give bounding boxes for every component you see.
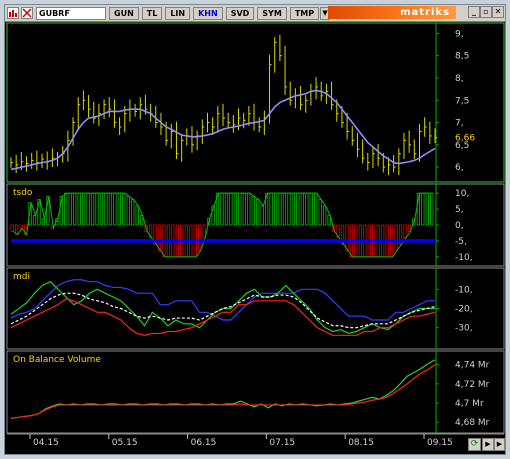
currency-tl-button[interactable]: TL <box>141 6 163 20</box>
tmp-button[interactable]: TMP <box>289 6 320 20</box>
price-tick-label: 7, <box>455 119 464 129</box>
svd-button[interactable]: SVD <box>225 6 255 20</box>
chart-toolbar: GUBRF GUN TL LIN KHN SVD SYM TMP ▼ matri… <box>5 5 505 22</box>
last-price-label: 6,66 <box>455 134 475 144</box>
x-tick-label: 05.15 <box>112 438 138 448</box>
mdi-tick-label: -10, <box>455 285 473 295</box>
arrow-right-icon: ▶ <box>485 440 491 448</box>
price-tick-label: 7,5 <box>455 96 469 106</box>
chart-khn-button[interactable]: KHN <box>193 6 223 20</box>
minimize-icon: _ <box>472 7 476 16</box>
tsdo-tick-label: 0, <box>455 221 464 231</box>
scale-lin-button[interactable]: LIN <box>165 6 191 20</box>
restore-button[interactable]: ▫ <box>480 6 492 18</box>
chart-type-icon[interactable] <box>7 7 19 19</box>
price-tick-label: 6, <box>455 163 464 173</box>
price-tick-label: 8,5 <box>455 52 469 62</box>
obv-tick-label: 4,74 Mr <box>455 361 490 371</box>
mdi-tick-label: -20, <box>455 305 473 315</box>
tsdo-tick-label: 10, <box>455 189 469 199</box>
obv-tick-label: 4,72 Mr <box>455 380 490 390</box>
x-tick-label: 06.15 <box>191 438 217 448</box>
panel-tsdo <box>6 183 505 267</box>
compare-icon[interactable] <box>21 7 33 19</box>
price-tick-label: 8, <box>455 74 464 84</box>
minimize-button[interactable]: _ <box>468 6 480 18</box>
period-gun-button[interactable]: GUN <box>109 6 139 20</box>
symbol-field[interactable]: GUBRF <box>36 6 106 20</box>
scroll-right-end-button[interactable]: ▶ <box>494 438 505 451</box>
panel-price <box>6 22 505 183</box>
obv-title: On Balance Volume <box>13 355 101 365</box>
x-tick-label: 04.15 <box>33 438 59 448</box>
mdi-tick-label: -30, <box>455 324 473 334</box>
tsdo-title: tsdo <box>13 188 33 198</box>
tsdo-tick-label: -5, <box>455 237 467 247</box>
brand-logo: matriks <box>328 6 456 19</box>
price-tick-label: 9, <box>455 29 464 39</box>
mdi-title: mdi <box>13 272 30 282</box>
refresh-button[interactable]: ⟳ <box>468 438 481 451</box>
x-tick-label: 08.15 <box>348 438 374 448</box>
refresh-icon: ⟳ <box>470 439 479 449</box>
restore-icon: ▫ <box>483 7 489 16</box>
tsdo-tick-label: -10, <box>455 253 473 263</box>
close-icon: ✕ <box>494 7 502 16</box>
arrow-end-icon: ▶ <box>496 440 503 448</box>
sym-button[interactable]: SYM <box>257 6 287 20</box>
obv-tick-label: 4,7 Mr <box>455 399 484 409</box>
tsdo-tick-label: 5, <box>455 205 464 215</box>
x-tick-label: 07.15 <box>269 438 295 448</box>
chart-canvas[interactable]: 9,8,58,7,57,6,56,6,6610,5,0,-5,-10,tsdo-… <box>5 21 505 454</box>
x-tick-label: 09.15 <box>427 438 453 448</box>
scroll-right-button[interactable]: ▶ <box>482 438 494 451</box>
obv-tick-label: 4,68 Mr <box>455 418 490 428</box>
close-button[interactable]: ✕ <box>492 6 504 18</box>
chart-window: GUBRF GUN TL LIN KHN SVD SYM TMP ▼ matri… <box>4 4 506 455</box>
